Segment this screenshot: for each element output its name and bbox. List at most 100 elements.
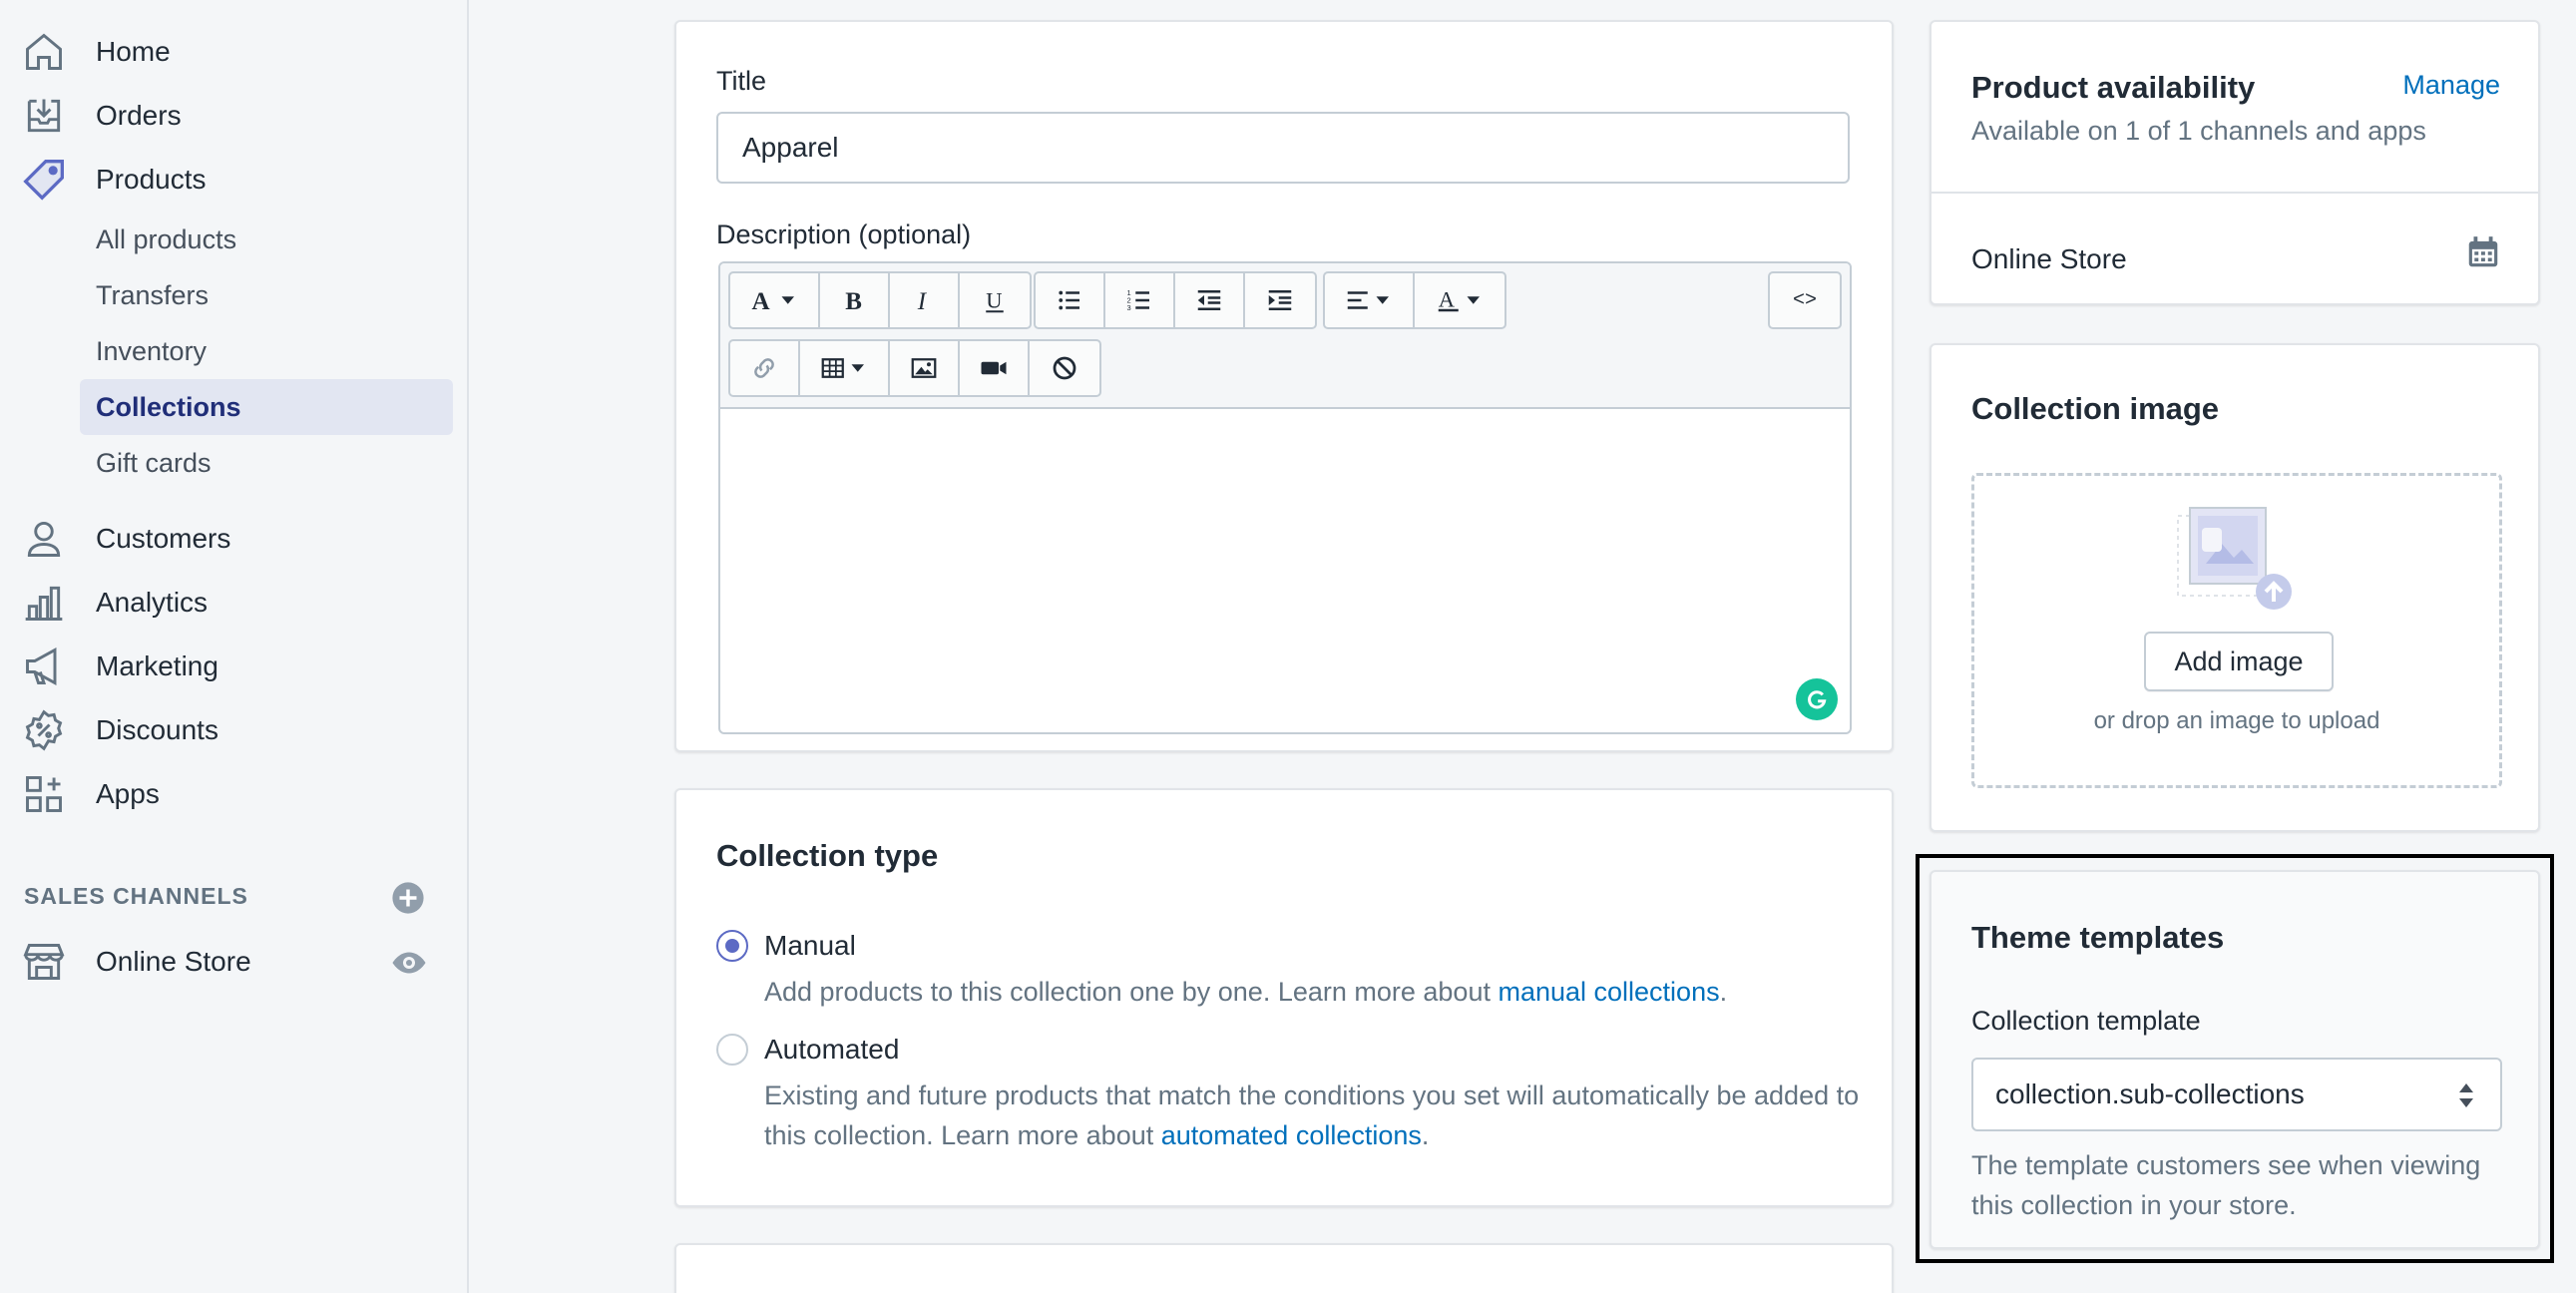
sidebar-item-discounts[interactable]: Discounts — [0, 702, 469, 758]
text-format-group: A B I U — [728, 271, 1032, 329]
availability-divider — [1932, 192, 2538, 194]
numbered-list-icon: 123 — [1127, 288, 1149, 312]
person-icon — [22, 517, 66, 561]
table-icon — [821, 358, 864, 378]
manual-help-text: Add products to this collection one by o… — [764, 972, 1852, 1012]
title-label: Title — [716, 66, 767, 96]
image-dropzone[interactable]: Add image or drop an image to upload — [1971, 473, 2502, 788]
template-help-text: The template customers see when viewing … — [1971, 1150, 2481, 1220]
italic-icon: I — [917, 288, 928, 315]
automated-collections-link[interactable]: automated collections — [1161, 1120, 1422, 1150]
text-color-button[interactable]: A — [1415, 273, 1504, 327]
svg-text:3: 3 — [1127, 303, 1131, 312]
bullet-list-icon — [1059, 290, 1079, 310]
sidebar-item-products[interactable]: Products — [0, 152, 469, 208]
availability-heading: Product availability — [1971, 70, 2256, 105]
discount-icon — [22, 708, 66, 752]
sidebar-item-label: Orders — [96, 100, 182, 131]
general-card: Title Description (optional) A B I U — [674, 20, 1894, 752]
indent-icon — [1268, 290, 1292, 310]
html-toggle-group: <> — [1768, 271, 1842, 329]
clear-formatting-button[interactable] — [1030, 341, 1099, 395]
collection-type-card: Collection type Manual Add products to t… — [674, 788, 1894, 1207]
manual-help-prefix: Add products to this collection one by o… — [764, 977, 1499, 1007]
sidebar-item-analytics[interactable]: Analytics — [0, 575, 469, 631]
select-arrows-icon — [2459, 1083, 2473, 1107]
list-group: 123 — [1034, 271, 1317, 329]
store-icon — [22, 940, 66, 984]
outdent-button[interactable] — [1175, 273, 1245, 327]
sidebar-item-label: Analytics — [96, 587, 209, 618]
insert-link-button[interactable] — [730, 341, 800, 395]
sidebar-item-marketing[interactable]: Marketing — [0, 639, 469, 694]
tag-icon — [22, 158, 66, 202]
indent-button[interactable] — [1245, 273, 1315, 327]
bold-button[interactable]: B — [820, 273, 890, 327]
insert-image-button[interactable] — [890, 341, 960, 395]
font-dropdown-icon: A — [752, 288, 794, 315]
sidebar-item-label: Marketing — [96, 650, 218, 681]
bullet-list-button[interactable] — [1036, 273, 1105, 327]
sales-channels-heading: SALES CHANNELS — [24, 883, 248, 909]
sidebar-item-home[interactable]: Home — [0, 24, 469, 80]
collection-template-value: collection.sub-collections — [1995, 1078, 2305, 1109]
grammarly-icon[interactable] — [1796, 678, 1838, 720]
product-availability-card: Product availability Manage Available on… — [1930, 20, 2540, 305]
manage-link[interactable]: Manage — [2402, 70, 2500, 101]
subnav-item-inventory[interactable]: Inventory — [80, 323, 453, 379]
clear-formatting-icon — [1053, 356, 1076, 380]
subnav-item-collections[interactable]: Collections — [80, 379, 453, 435]
bold-icon: B — [845, 288, 862, 315]
collection-template-select[interactable]: collection.sub-collections — [1971, 1058, 2502, 1131]
subnav-item-gift-cards[interactable]: Gift cards — [80, 435, 453, 491]
insert-group — [728, 339, 1101, 397]
insert-table-button[interactable] — [800, 341, 890, 395]
editor-toolbar: A B I U 123 A <> — [720, 263, 1850, 409]
manual-help-suffix: . — [1719, 977, 1728, 1007]
subnav-item-all-products[interactable]: All products — [80, 212, 453, 267]
sidebar-item-label: Home — [96, 36, 171, 67]
add-image-button[interactable]: Add image — [2144, 632, 2334, 691]
description-label: Description (optional) — [716, 219, 972, 249]
insert-video-button[interactable] — [960, 341, 1030, 395]
add-sales-channel-icon[interactable] — [391, 881, 425, 915]
svg-text:A: A — [752, 288, 770, 315]
sidebar: Home Orders Products All products Transf… — [0, 0, 469, 1293]
numbered-list-button[interactable]: 123 — [1105, 273, 1175, 327]
apps-icon — [22, 772, 66, 816]
manual-radio[interactable] — [716, 930, 748, 962]
manual-radio-label[interactable]: Manual — [764, 930, 856, 962]
calendar-icon[interactable] — [2464, 233, 2502, 271]
image-upload-icon — [2177, 507, 2292, 610]
italic-button[interactable]: I — [890, 273, 960, 327]
drop-image-hint: or drop an image to upload — [2093, 707, 2380, 734]
automated-help-suffix: . — [1421, 1120, 1430, 1150]
availability-subtext: Available on 1 of 1 channels and apps — [1971, 116, 2426, 146]
manual-collections-link[interactable]: manual collections — [1498, 977, 1719, 1007]
automated-radio-label[interactable]: Automated — [764, 1034, 899, 1066]
sidebar-item-label: Online Store — [96, 946, 251, 977]
underline-button[interactable]: U — [960, 273, 1030, 327]
show-html-button[interactable]: <> — [1770, 273, 1840, 327]
svg-text:I: I — [917, 288, 928, 315]
orders-icon — [22, 94, 66, 138]
sidebar-item-label: Apps — [96, 778, 160, 809]
align-button[interactable] — [1325, 273, 1415, 327]
sidebar-item-label: Products — [96, 164, 207, 195]
title-input[interactable] — [716, 112, 1850, 184]
sidebar-item-label: Customers — [96, 523, 231, 554]
svg-text:A: A — [1439, 286, 1456, 311]
font-format-button[interactable]: A — [730, 273, 820, 327]
subnav-item-transfers[interactable]: Transfers — [80, 267, 453, 323]
sidebar-item-customers[interactable]: Customers — [0, 511, 469, 567]
link-icon — [754, 358, 774, 378]
megaphone-icon — [22, 645, 66, 688]
sidebar-item-orders[interactable]: Orders — [0, 88, 469, 144]
eye-icon[interactable] — [391, 945, 427, 981]
theme-templates-card: Theme templates Collection template coll… — [1930, 870, 2540, 1249]
collection-image-card: Collection image Add image or drop an im… — [1930, 343, 2540, 832]
sidebar-item-apps[interactable]: Apps — [0, 766, 469, 822]
outdent-icon — [1197, 290, 1221, 310]
automated-radio[interactable] — [716, 1034, 748, 1066]
bar-chart-icon — [22, 581, 66, 625]
